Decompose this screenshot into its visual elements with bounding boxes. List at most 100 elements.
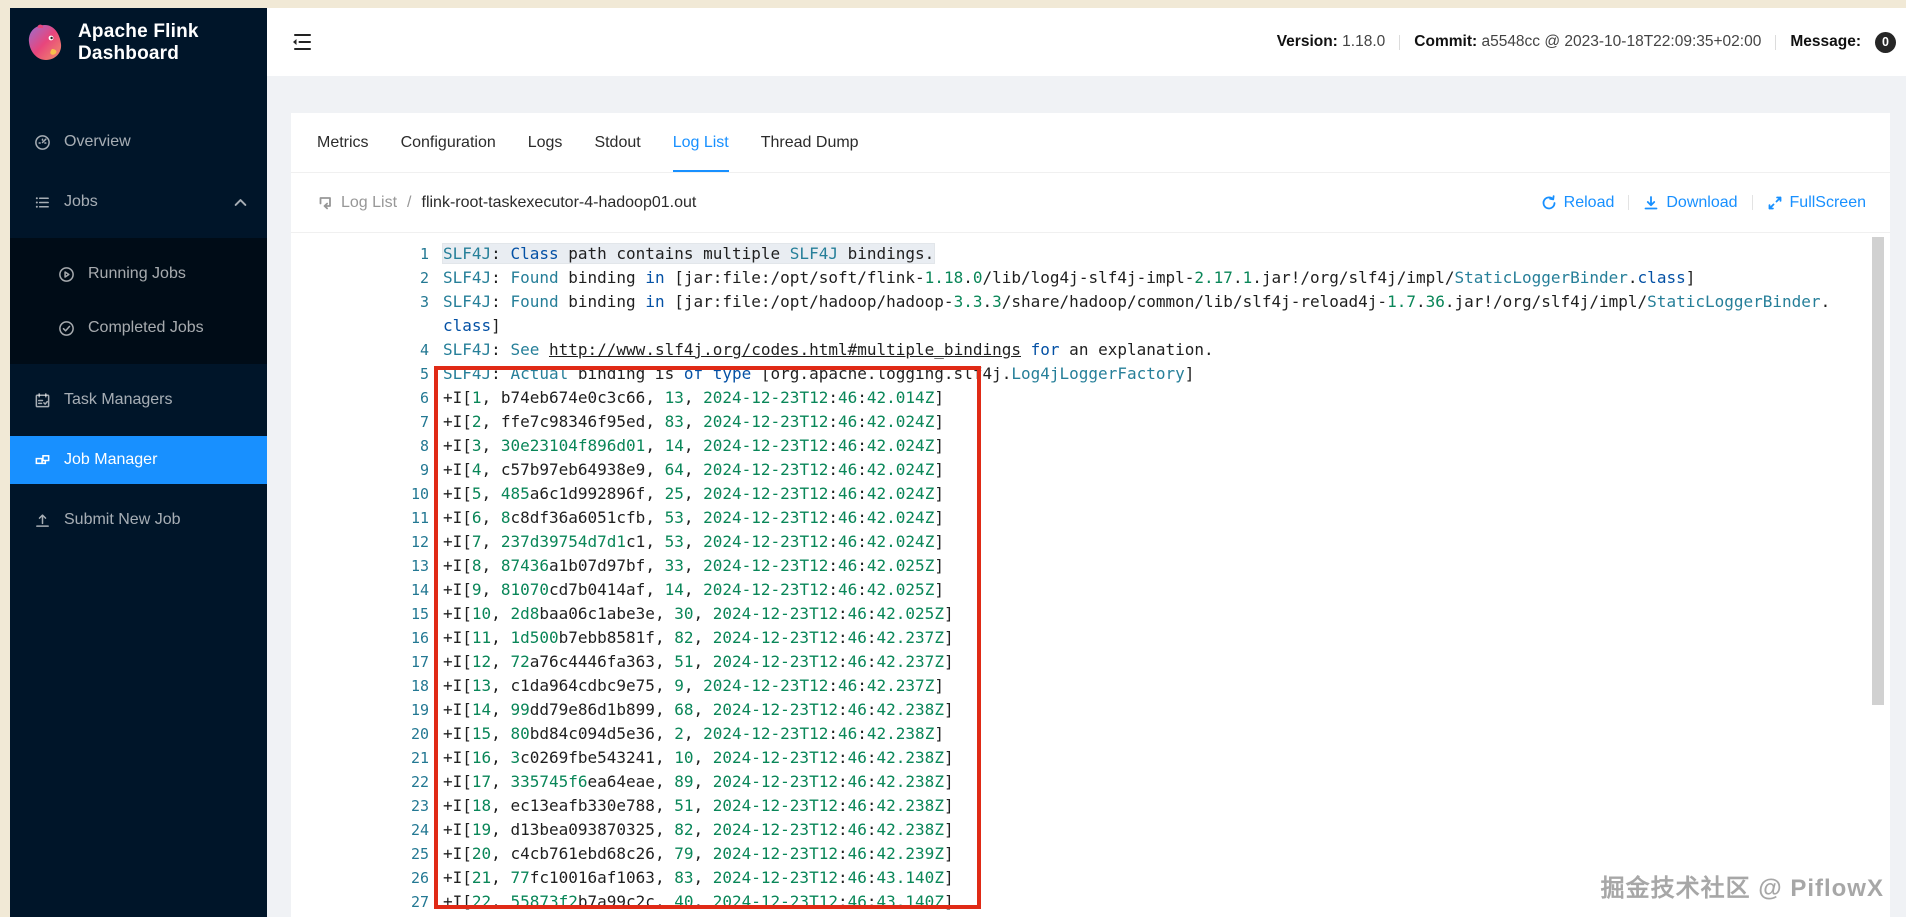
action-divider <box>1751 195 1753 210</box>
line-number: 12 <box>410 533 429 551</box>
tab-bar: Metrics Configuration Logs Stdout Log List Th… <box>291 113 1890 173</box>
scrollbar-thumb[interactable] <box>1872 237 1884 705</box>
tab-metrics[interactable]: Metrics <box>317 113 369 172</box>
log-line: 1 SLF4J: Class path contains multiple SLF… <box>291 242 1890 266</box>
window-edge-left <box>0 0 10 917</box>
sidebar-item-running-jobs[interactable]: Running Jobs <box>10 250 267 298</box>
window-edge-top <box>0 0 1906 8</box>
line-number: 5 <box>419 365 429 383</box>
log-toolbar: Log List / flink-root-taskexecutor-4-had… <box>291 173 1890 233</box>
sidebar-item-submit-new-job[interactable]: Submit New Job <box>10 496 267 544</box>
header-divider <box>1399 34 1401 50</box>
tab-thread-dump[interactable]: Thread Dump <box>761 113 859 172</box>
watermark: 掘金技术社区 @ PiflowX <box>1600 875 1884 902</box>
log-line: 22 +I[17, 335745f6ea64eae, 89, 2024-12-23… <box>291 770 1890 794</box>
log-line: 20 +I[15, 80bd84c094d5e36, 2, 2024-12-23T… <box>291 722 1890 746</box>
sidebar-item-completed-jobs[interactable]: Completed Jobs <box>10 304 267 352</box>
flink-squirrel-logo-icon <box>24 22 66 64</box>
line-number: 11 <box>410 509 429 527</box>
tab-stdout[interactable]: Stdout <box>594 113 640 172</box>
sidebar-item-label: Submit New Job <box>64 511 181 528</box>
line-number: 4 <box>419 341 429 359</box>
download-icon <box>1643 195 1659 211</box>
tab-log-list[interactable]: Log List <box>672 113 729 172</box>
list-icon <box>34 194 51 211</box>
log-line: 24 +I[19, d13bea093870325, 82, 2024-12-23… <box>291 818 1890 842</box>
log-line: 3 SLF4J: Found binding in [jar:file:/opt/… <box>291 290 1890 338</box>
chevron-up-icon <box>232 194 249 211</box>
jobmanager-panel: Metrics Configuration Logs Stdout Log List Th… <box>291 113 1890 917</box>
line-number: 17 <box>410 653 429 671</box>
log-editor[interactable]: 1 SLF4J: Class path contains multiple SLF… <box>291 234 1890 917</box>
sidebar-menu: Overview Jobs Running Jobs Completed Jobs Ta… <box>10 78 267 544</box>
log-line: 5 SLF4J: Actual binding is of type [org.a… <box>291 362 1890 386</box>
log-line: 25 +I[20, c4cb761ebd68c26, 79, 2024-12-23… <box>291 842 1890 866</box>
line-number: 21 <box>410 749 429 767</box>
breadcrumb-filename: flink-root-taskexecutor-4-hadoop01.out <box>421 193 697 211</box>
log-line: 17 +I[12, 72a76c4446fa363, 51, 2024-12-23… <box>291 650 1890 674</box>
flink-dashboard-page: Apache Flink Dashboard Overview Jobs Runni… <box>0 0 1906 917</box>
log-line: 9 +I[4, c57b97eb64938e9, 64, 2024-12-23T1… <box>291 458 1890 482</box>
sidebar-submenu: Running Jobs Completed Jobs <box>10 238 267 364</box>
line-number: 1 <box>419 245 429 263</box>
sidebar-item-label: Task Managers <box>64 391 173 408</box>
reload-button[interactable]: Reload <box>1541 193 1615 212</box>
message-count-badge[interactable]: 0 <box>1875 31 1896 53</box>
action-divider <box>1628 195 1630 210</box>
log-line: 7 +I[2, ffe7c98346f95ed, 83, 2024-12-23T1… <box>291 410 1890 434</box>
log-line: 19 +I[14, 99dd79e86d1b899, 68, 2024-12-23… <box>291 698 1890 722</box>
breadcrumb-separator: / <box>407 193 412 211</box>
dashboard-icon <box>34 134 51 151</box>
line-number: 22 <box>410 773 429 791</box>
commit-label: Commit: <box>1414 33 1478 50</box>
sidebar: Apache Flink Dashboard Overview Jobs Runni… <box>10 8 267 917</box>
line-number: 18 <box>410 677 429 695</box>
app-logo-row[interactable]: Apache Flink Dashboard <box>10 8 267 78</box>
line-number: 6 <box>419 389 429 407</box>
line-number: 14 <box>410 581 429 599</box>
header-divider <box>1775 34 1777 50</box>
download-button[interactable]: Download <box>1643 193 1738 212</box>
sidebar-item-label: Jobs <box>64 193 98 210</box>
app-title: Apache Flink Dashboard <box>78 21 199 64</box>
line-number: 7 <box>419 413 429 431</box>
fullscreen-label: FullScreen <box>1789 193 1866 211</box>
log-rows: 1 SLF4J: Class path contains multiple SLF… <box>291 234 1890 914</box>
sidebar-item-label: Overview <box>64 133 131 150</box>
version-value: 1.18.0 <box>1342 33 1386 50</box>
menu-fold-icon[interactable] <box>291 31 313 53</box>
sidebar-item-job-manager[interactable]: Job Manager <box>10 436 267 484</box>
line-number: 25 <box>410 845 429 863</box>
sidebar-item-label: Running Jobs <box>88 265 186 282</box>
log-line: 4 SLF4J: See http://www.slf4j.org/codes.h… <box>291 338 1890 362</box>
breadcrumb-root-label: Log List <box>341 193 398 211</box>
line-number: 26 <box>410 869 429 887</box>
line-number: 20 <box>410 725 429 743</box>
log-line: 2 SLF4J: Found binding in [jar:file:/opt/… <box>291 266 1890 290</box>
log-line: 12 +I[7, 237d39754d7d1c1, 53, 2024-12-23T… <box>291 530 1890 554</box>
fullscreen-button[interactable]: FullScreen <box>1767 194 1866 212</box>
line-number: 13 <box>410 557 429 575</box>
commit-value: a5548cc @ 2023-10-18T22:09:35+02:00 <box>1481 33 1762 50</box>
log-actions: Reload Download FullScreen <box>1541 194 1866 212</box>
sidebar-item-overview[interactable]: Overview <box>10 118 267 166</box>
download-label: Download <box>1666 193 1738 211</box>
tab-logs[interactable]: Logs <box>528 113 563 172</box>
log-line: 18 +I[13, c1da964cdbc9e75, 9, 2024-12-23T… <box>291 674 1890 698</box>
sidebar-item-task-managers[interactable]: Task Managers <box>10 376 267 424</box>
line-number: 27 <box>410 893 429 911</box>
log-line: 13 +I[8, 87436a1b07d97bf, 33, 2024-12-23T… <box>291 554 1890 578</box>
breadcrumb-loglist[interactable]: Log List <box>317 194 397 212</box>
log-line: 16 +I[11, 1d500b7ebb8581f, 82, 2024-12-23… <box>291 626 1890 650</box>
build-info: Version: 1.18.0 Commit: a5548cc @ 2023-1… <box>1277 31 1896 53</box>
line-number: 23 <box>410 797 429 815</box>
tab-configuration[interactable]: Configuration <box>401 113 496 172</box>
reload-label: Reload <box>1563 193 1615 211</box>
line-number: 2 <box>419 269 429 287</box>
line-number: 15 <box>410 605 429 623</box>
schedule-icon <box>34 392 51 409</box>
log-line: 15 +I[10, 2d8baa06c1abe3e, 30, 2024-12-23… <box>291 602 1890 626</box>
breadcrumb: Log List / flink-root-taskexecutor-4-had… <box>317 194 696 212</box>
sidebar-item-jobs[interactable]: Jobs <box>10 178 267 226</box>
log-line: 14 +I[9, 81070cd7b0414af, 14, 2024-12-23T… <box>291 578 1890 602</box>
